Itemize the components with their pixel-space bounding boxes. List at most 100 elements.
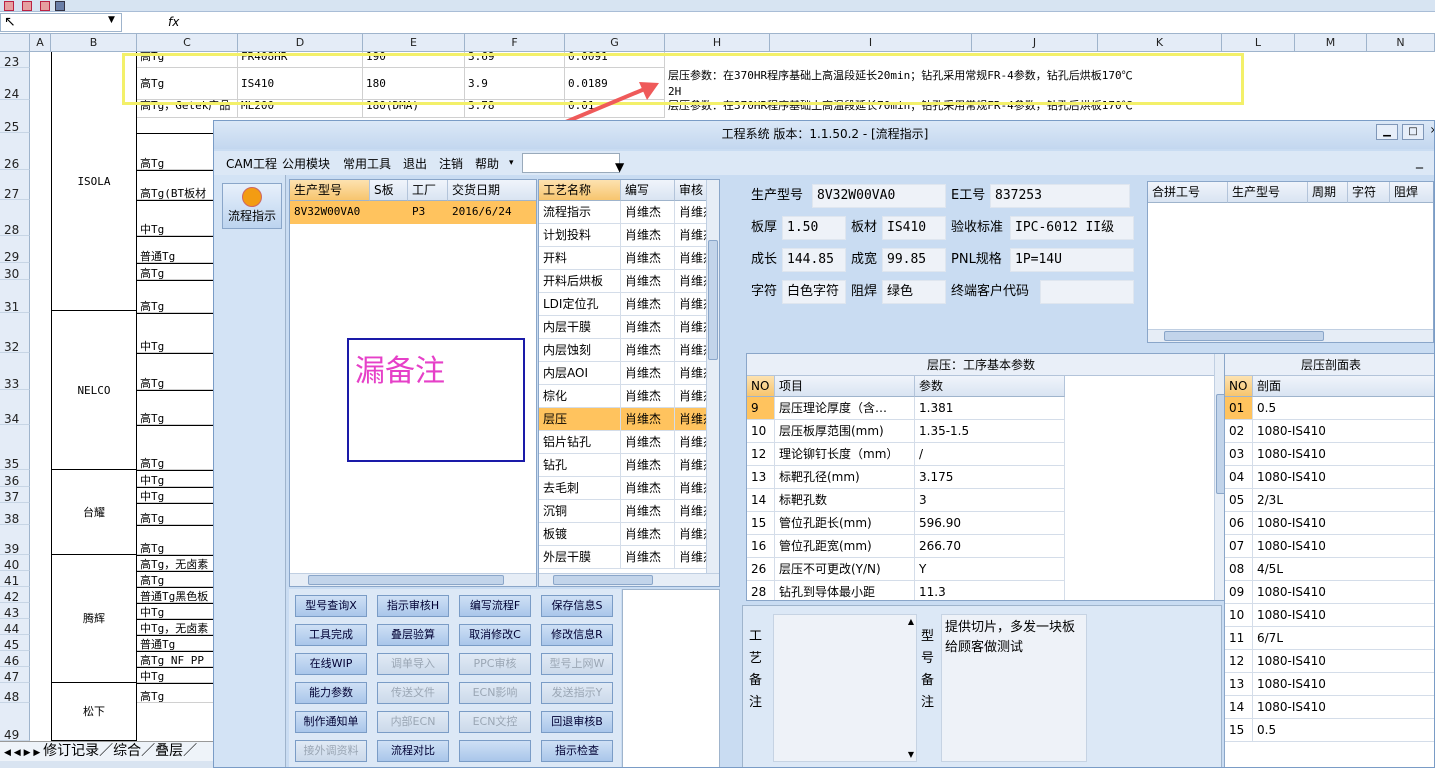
action-button[interactable]: 修改信息R	[541, 624, 613, 646]
row-header[interactable]: 47	[0, 667, 30, 684]
minimize-icon[interactable]: ▁	[1376, 124, 1398, 140]
stack-cell[interactable]: 01	[1225, 397, 1253, 420]
minimize-child-icon[interactable]: _	[1416, 153, 1423, 169]
row-header[interactable]: 25	[0, 100, 30, 134]
standard-value[interactable]: IPC-6012 II级	[1010, 216, 1134, 240]
params-cell[interactable]: /	[915, 443, 1065, 466]
process-cell[interactable]: 肖维杰	[621, 431, 675, 454]
process-cell[interactable]: 肖维杰	[621, 523, 675, 546]
silkscreen-value[interactable]: 白色字符	[782, 280, 846, 304]
pdf-icon[interactable]	[22, 1, 32, 11]
process-cell[interactable]: 肖维杰	[621, 270, 675, 293]
action-button[interactable]: 传送文件	[377, 682, 449, 704]
process-cell[interactable]: 肖维杰	[621, 454, 675, 477]
stack-cell[interactable]: 10	[1225, 604, 1253, 627]
process-cell[interactable]: 肖维杰	[621, 339, 675, 362]
process-cell[interactable]: 肖维杰	[621, 477, 675, 500]
menu-icon[interactable]	[55, 1, 65, 11]
action-button[interactable]: 内部ECN	[377, 711, 449, 733]
action-button[interactable]: 指示审核H	[377, 595, 449, 617]
row-header[interactable]: 34	[0, 390, 30, 426]
group-cell[interactable]: 台耀	[51, 470, 137, 555]
column-header[interactable]: I	[770, 34, 972, 52]
menu-exit[interactable]: 退出	[403, 155, 427, 172]
stack-cell[interactable]: 1080-IS410	[1253, 443, 1434, 466]
process-vscroll[interactable]	[706, 180, 719, 574]
stack-cell[interactable]: 0.5	[1253, 397, 1434, 420]
params-cell[interactable]: 16	[747, 535, 775, 558]
column-header[interactable]: B	[51, 34, 137, 52]
merge-header[interactable]: 生产型号	[1228, 182, 1308, 203]
orders-cell[interactable]: 2016/6/24	[448, 201, 536, 224]
params-cell[interactable]: 理论铆钉长度（mm）	[775, 443, 915, 466]
column-header[interactable]: G	[565, 34, 665, 52]
row-header[interactable]: 49	[0, 703, 30, 742]
stack-cell[interactable]: 12	[1225, 650, 1253, 673]
params-header[interactable]: 项目	[775, 376, 915, 397]
orders-header[interactable]: 生产型号	[290, 180, 370, 201]
merge-header[interactable]: 周期	[1308, 182, 1348, 203]
menu-tools[interactable]: 常用工具	[343, 155, 391, 172]
action-button[interactable]: 保存信息S	[541, 595, 613, 617]
process-cell[interactable]: 肖维杰	[621, 247, 675, 270]
params-cell[interactable]: 10	[747, 420, 775, 443]
merge-hscroll[interactable]	[1148, 329, 1433, 342]
params-cell[interactable]: 钻孔到导体最小距	[775, 581, 915, 600]
process-header[interactable]: 工艺名称	[539, 180, 621, 201]
action-button[interactable]: 型号上网W	[541, 653, 613, 675]
stack-header[interactable]: 剖面	[1253, 376, 1434, 397]
params-header[interactable]: NO	[747, 376, 775, 397]
orders-header[interactable]: 工厂	[408, 180, 448, 201]
stack-cell[interactable]: 13	[1225, 673, 1253, 696]
orders-cell[interactable]	[370, 201, 408, 224]
close-icon[interactable]: ×	[1428, 124, 1434, 140]
process-cell[interactable]: 去毛刺	[539, 477, 621, 500]
menu-public[interactable]: 公用模块	[282, 155, 330, 172]
orders-cell[interactable]: 8V32W00VA0	[290, 201, 370, 224]
process-cell[interactable]: 沉铜	[539, 500, 621, 523]
stack-cell[interactable]: 07	[1225, 535, 1253, 558]
stack-cell[interactable]: 15	[1225, 719, 1253, 742]
process-cell[interactable]: 肖维杰	[621, 224, 675, 247]
process-cell[interactable]: 开料	[539, 247, 621, 270]
action-button[interactable]: 能力参数	[295, 682, 367, 704]
process-cell[interactable]: LDI定位孔	[539, 293, 621, 316]
stack-cell[interactable]: 4/5L	[1253, 558, 1434, 581]
process-cell[interactable]: 内层干膜	[539, 316, 621, 339]
column-header[interactable]: M	[1295, 34, 1367, 52]
menu-help[interactable]: 帮助	[475, 155, 499, 172]
row-header[interactable]: 30	[0, 263, 30, 281]
stack-cell[interactable]: 6/7L	[1253, 627, 1434, 650]
action-button[interactable]: ECN影响	[459, 682, 531, 704]
action-button[interactable]: 工具完成	[295, 624, 367, 646]
action-button[interactable]: 流程对比	[377, 740, 449, 762]
process-cell[interactable]: 钻孔	[539, 454, 621, 477]
flow-indicator-button[interactable]: 流程指示	[222, 183, 282, 229]
soldermask-value[interactable]: 绿色	[882, 280, 946, 304]
process-cell[interactable]: 肖维杰	[621, 293, 675, 316]
row-header[interactable]: 23	[0, 52, 30, 69]
action-button[interactable]: 接外调资料	[295, 740, 367, 762]
column-header[interactable]: E	[363, 34, 465, 52]
stack-cell[interactable]: 1080-IS410	[1253, 673, 1434, 696]
action-button[interactable]: 发送指示Y	[541, 682, 613, 704]
process-cell[interactable]: 铝片钻孔	[539, 431, 621, 454]
stack-cell[interactable]: 2/3L	[1253, 489, 1434, 512]
group-cell[interactable]: NELCO	[51, 311, 137, 470]
process-header[interactable]: 编写	[621, 180, 675, 201]
params-cell[interactable]: 标靶孔数	[775, 489, 915, 512]
corner-cell[interactable]	[0, 34, 30, 52]
stack-cell[interactable]: 11	[1225, 627, 1253, 650]
length-value[interactable]: 144.85	[782, 248, 846, 272]
model-note-field[interactable]: 提供切片，多发一块板给顾客做测试	[941, 614, 1087, 762]
params-cell[interactable]: 26	[747, 558, 775, 581]
material-value[interactable]: IS410	[882, 216, 946, 240]
params-cell[interactable]: 管位孔距宽(mm)	[775, 535, 915, 558]
action-button[interactable]: 回退审核B	[541, 711, 613, 733]
chevron-down-icon[interactable]: ▼	[108, 15, 115, 25]
process-cell[interactable]: 计划投料	[539, 224, 621, 247]
row-header[interactable]: 44	[0, 619, 30, 636]
group-cell[interactable]: 腾辉	[51, 555, 137, 683]
params-cell[interactable]: 13	[747, 466, 775, 489]
row-header[interactable]: 27	[0, 170, 30, 201]
